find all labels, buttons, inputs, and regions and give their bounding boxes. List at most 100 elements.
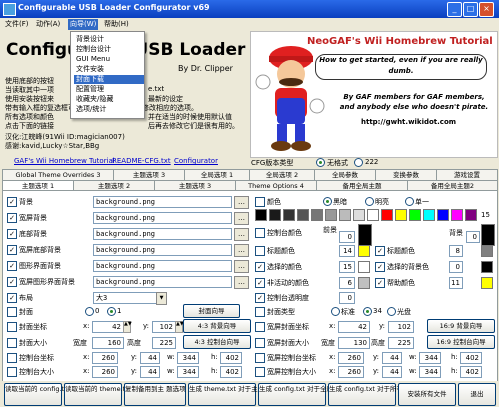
copy-alt-theme-button[interactable]: 复制备用到主 题选项	[124, 383, 186, 406]
title-color-input[interactable]: 14	[339, 245, 355, 257]
wide-bottom-bg-browse-button[interactable]: …	[234, 244, 249, 257]
exit-button[interactable]: 退出	[458, 383, 496, 406]
palette-swatch[interactable]	[409, 209, 421, 221]
wide-console-size-checkbox[interactable]	[255, 367, 265, 377]
menu-action[interactable]: 动作(A)	[34, 19, 62, 30]
bg-checkbox[interactable]: ✓	[7, 197, 17, 207]
cfg-plain-radio[interactable]	[316, 158, 325, 167]
title-color2-checkbox[interactable]: ✓	[375, 246, 385, 256]
tab-game-settings[interactable]: 游戏设置	[436, 169, 498, 180]
wide-bg-browse-button[interactable]: …	[234, 212, 249, 225]
wizard-menu-item[interactable]: GUI Menu	[74, 55, 144, 64]
cfg-222-radio[interactable]	[354, 158, 363, 167]
cover-type-disc-radio[interactable]	[387, 307, 396, 316]
wide-gui-bg-browse-button[interactable]: …	[234, 276, 249, 289]
color-palette[interactable]	[255, 209, 485, 221]
wizard-menu-item[interactable]: 选项/统计	[74, 105, 144, 114]
bg-browse-button[interactable]: …	[234, 196, 249, 209]
selected-color-input[interactable]: 15	[339, 261, 355, 273]
tab-global-options-1[interactable]: 全局选项 1	[184, 169, 250, 180]
bottom-bg-field[interactable]: background.png	[93, 228, 232, 240]
inactive-color-input[interactable]: 6	[339, 277, 355, 289]
wide-console-size-x-input[interactable]: 260	[338, 366, 364, 378]
console-size-h-input[interactable]: 402	[220, 366, 242, 378]
palette-swatch[interactable]	[395, 209, 407, 221]
cover-type-34-radio[interactable]	[363, 307, 372, 316]
palette-swatch[interactable]	[339, 209, 351, 221]
console-bg-input[interactable]: 0	[466, 231, 480, 243]
cover-coords-checkbox[interactable]	[7, 322, 17, 332]
wide-console-h-input[interactable]: 402	[460, 352, 482, 364]
wide-console-size-y-input[interactable]: 44	[382, 366, 402, 378]
gui-bg-field[interactable]: background.png	[93, 260, 232, 272]
console-w-input[interactable]: 344	[177, 352, 199, 364]
wide-gui-bg-field[interactable]: background.png	[93, 276, 232, 288]
wide-cover-169-console-wizard-button[interactable]: 16:9 控制台向导	[427, 335, 495, 349]
load-config-button[interactable]: 读取当前的 config.txt	[4, 383, 70, 406]
inactive-color-swatch[interactable]	[358, 277, 370, 289]
gen-config-global-button[interactable]: 生成 config.txt 对于全局选项	[258, 383, 346, 406]
minimize-button[interactable]: _	[447, 2, 462, 17]
console-size-x-input[interactable]: 260	[92, 366, 118, 378]
inactive-color-checkbox[interactable]: ✓	[255, 278, 265, 288]
help-color-swatch[interactable]	[481, 277, 493, 289]
console-alpha-input[interactable]: 0	[339, 292, 355, 304]
console-coords-checkbox[interactable]	[7, 353, 17, 363]
wizard-menu-item[interactable]: 收藏夹/隐藏	[74, 95, 144, 104]
console-fg-swatch[interactable]	[358, 224, 372, 246]
wizard-menu-item[interactable]: 封面下载	[74, 75, 144, 84]
selected-bg-swatch[interactable]	[481, 261, 493, 273]
help-color-input[interactable]: 11	[449, 277, 463, 289]
cover-x-input[interactable]: 42	[92, 321, 124, 333]
console-y-input[interactable]: 44	[140, 352, 160, 364]
wizard-menu-item[interactable]: 文件安装	[74, 65, 144, 74]
wide-console-coords-checkbox[interactable]	[255, 353, 265, 363]
console-size-y-input[interactable]: 44	[140, 366, 160, 378]
palette-swatch[interactable]	[283, 209, 295, 221]
cover-type-standard-radio[interactable]	[331, 307, 340, 316]
wide-console-size-w-input[interactable]: 344	[419, 366, 441, 378]
palette-swatch[interactable]	[451, 209, 463, 221]
layout-checkbox[interactable]: ✓	[7, 293, 17, 303]
wide-console-w-input[interactable]: 344	[419, 352, 441, 364]
maximize-button[interactable]: □	[463, 2, 478, 17]
palette-swatch[interactable]	[325, 209, 337, 221]
gui-bg-browse-button[interactable]: …	[234, 260, 249, 273]
color-bright-radio[interactable]	[365, 197, 374, 206]
console-alpha-checkbox[interactable]: ✓	[255, 293, 265, 303]
wide-cover-size-checkbox[interactable]	[255, 338, 265, 348]
wide-console-y-input[interactable]: 44	[382, 352, 402, 364]
console-bg-swatch[interactable]	[481, 224, 495, 246]
cover-width-input[interactable]: 160	[92, 337, 124, 349]
cover-43-bg-wizard-button[interactable]: 4:3 背景向导	[183, 319, 251, 333]
wide-bg-checkbox[interactable]: ✓	[7, 213, 17, 223]
title-color2-swatch[interactable]	[481, 245, 493, 257]
cover-y-input[interactable]: 102	[152, 321, 176, 333]
cover-y-spin[interactable]: ▲▼	[175, 321, 184, 333]
cover-43-console-wizard-button[interactable]: 4:3 控制台向导	[183, 335, 251, 349]
menu-wizard[interactable]: 向导(W)	[68, 19, 99, 30]
tab-transform-params[interactable]: 变换参数	[375, 169, 437, 180]
title-color2-input[interactable]: 8	[449, 245, 463, 257]
palette-swatch[interactable]	[297, 209, 309, 221]
console-color-checkbox[interactable]	[255, 228, 265, 238]
cover-wizard-button[interactable]: 封面向导	[183, 304, 240, 318]
selected-color-checkbox[interactable]: ✓	[255, 262, 265, 272]
palette-swatch[interactable]	[465, 209, 477, 221]
title-color-checkbox[interactable]	[255, 246, 265, 256]
cover-type-checkbox[interactable]	[255, 307, 265, 317]
palette-swatch[interactable]	[423, 209, 435, 221]
readme-link[interactable]: README-CFG.txt	[112, 157, 171, 165]
palette-swatch[interactable]	[255, 209, 267, 221]
console-fg-input[interactable]: 0	[339, 231, 355, 243]
menu-help[interactable]: 帮助(H)	[102, 19, 131, 30]
selected-bg-checkbox[interactable]: ✓	[375, 262, 385, 272]
cover-x-spin[interactable]: ▲▼	[123, 321, 132, 333]
menu-file[interactable]: 文件(F)	[3, 19, 31, 30]
configurator-link[interactable]: Configurator	[174, 157, 218, 165]
bg-field[interactable]: background.png	[93, 196, 232, 208]
help-color-checkbox[interactable]: ✓	[375, 278, 385, 288]
wide-bottom-bg-field[interactable]: background.png	[93, 244, 232, 256]
tab-global-options-2[interactable]: 全局选项 2	[249, 169, 315, 180]
tutorial-banner[interactable]: NeoGAF's Wii Homebrew Tutorial How to ge…	[250, 31, 498, 158]
